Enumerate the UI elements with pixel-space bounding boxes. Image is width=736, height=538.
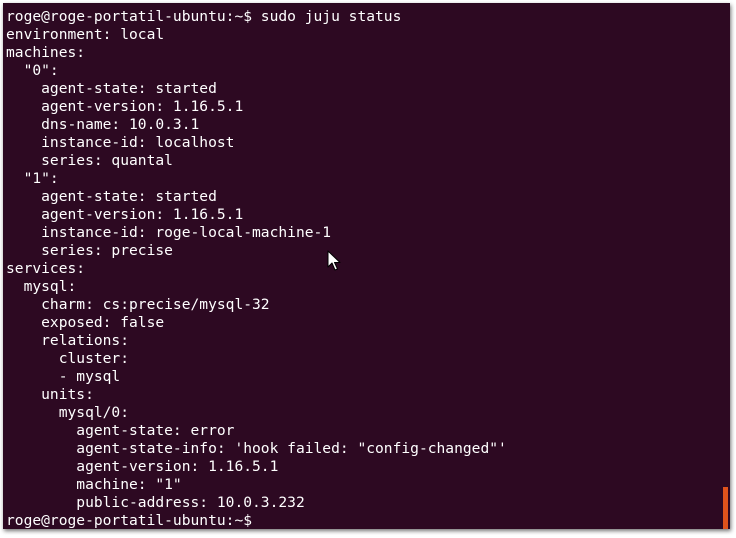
output-line: public-address: 10.0.3.232 [6, 494, 305, 511]
output-line: agent-version: 1.16.5.1 [6, 458, 279, 475]
output-line: agent-state: error [6, 422, 235, 439]
output-line: agent-state: started [6, 80, 217, 97]
prompt-line: roge@roge-portatil-ubuntu:~$ sudo juju s… [6, 8, 402, 25]
output-line: instance-id: localhost [6, 134, 235, 151]
text-cursor [261, 512, 270, 528]
terminal-window[interactable]: roge@roge-portatil-ubuntu:~$ sudo juju s… [3, 3, 730, 529]
output-line: machines: [6, 44, 86, 61]
terminal-output[interactable]: roge@roge-portatil-ubuntu:~$ sudo juju s… [6, 8, 507, 529]
output-line: machine: "1" [6, 476, 182, 493]
prompt-text: roge@roge-portatil-ubuntu:~$ [6, 512, 261, 529]
output-line: exposed: false [6, 314, 165, 331]
output-line: mysql: [6, 278, 77, 295]
output-line: series: precise [6, 242, 173, 259]
output-line: environment: local [6, 26, 165, 43]
output-line: agent-version: 1.16.5.1 [6, 98, 244, 115]
output-line: units: [6, 386, 94, 403]
output-line: agent-state: started [6, 188, 217, 205]
output-line: services: [6, 260, 86, 277]
output-line: cluster: [6, 350, 130, 367]
output-line: series: quantal [6, 152, 173, 169]
output-line: "0": [6, 62, 59, 79]
mouse-pointer-icon [327, 250, 341, 271]
output-line: "1": [6, 170, 59, 187]
output-line: charm: cs:precise/mysql-32 [6, 296, 270, 313]
output-line: dns-name: 10.0.3.1 [6, 116, 200, 133]
scrollbar-thumb[interactable] [723, 487, 728, 529]
output-line: instance-id: roge-local-machine-1 [6, 224, 332, 241]
output-line: - mysql [6, 368, 121, 385]
prompt-line: roge@roge-portatil-ubuntu:~$ [6, 512, 507, 529]
output-line: mysql/0: [6, 404, 130, 421]
output-line: agent-version: 1.16.5.1 [6, 206, 244, 223]
output-line: agent-state-info: 'hook failed: "config-… [6, 440, 507, 457]
output-line: relations: [6, 332, 130, 349]
